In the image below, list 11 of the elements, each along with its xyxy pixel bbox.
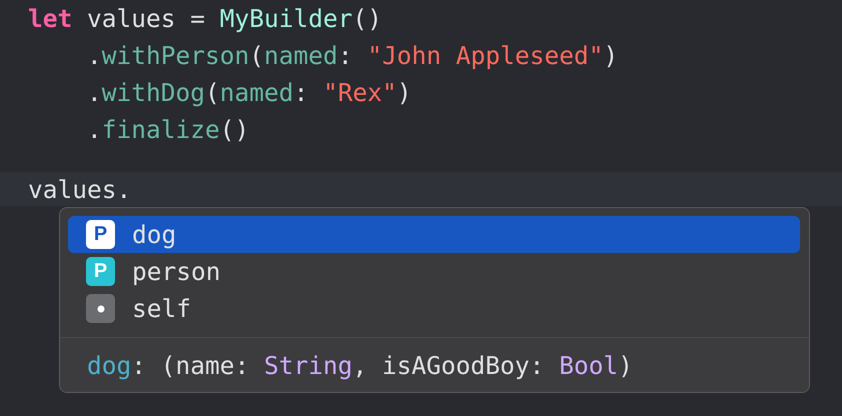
- completion-item[interactable]: P dog: [68, 216, 800, 253]
- completion-item[interactable]: self: [68, 290, 800, 327]
- code-line: .finalize(): [86, 115, 250, 144]
- code-line: .withDog(named: "Rex"): [86, 78, 412, 107]
- property-badge: P: [86, 257, 115, 286]
- code-line: values.: [28, 174, 132, 204]
- signature-text: dog: (name: String, isAGoodBoy: Bool): [87, 350, 633, 380]
- completion-item[interactable]: P person: [68, 253, 800, 290]
- code-line: .withPerson(named: "John Appleseed"): [86, 41, 618, 70]
- code-line: let values = MyBuilder(): [28, 4, 382, 33]
- property-badge: P: [86, 220, 115, 249]
